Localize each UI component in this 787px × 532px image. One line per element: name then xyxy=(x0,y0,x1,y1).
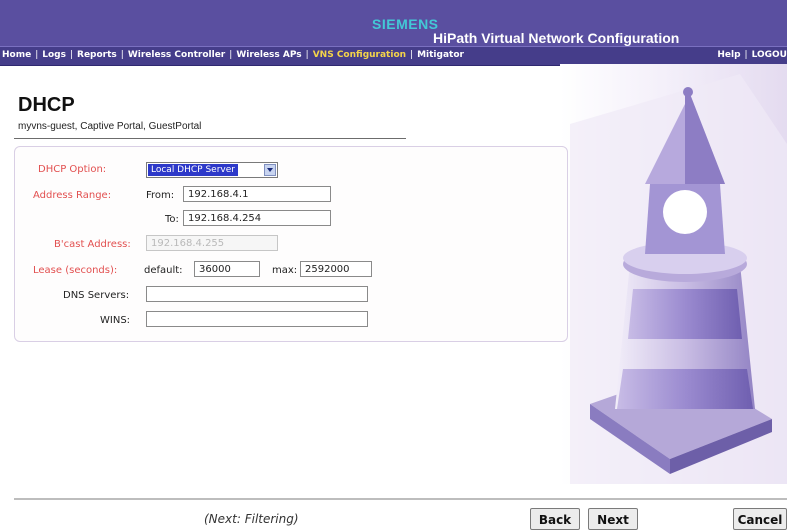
nav-separator: | xyxy=(744,50,748,60)
siemens-logo: SIEMENS xyxy=(372,16,439,32)
header-bar: SIEMENS HiPath Virtual Network Configura… xyxy=(0,0,787,46)
app-title: HiPath Virtual Network Configuration xyxy=(433,30,680,46)
from-label: From: xyxy=(146,190,175,201)
dns-servers-label: DNS Servers: xyxy=(63,290,130,301)
nav-separator: | xyxy=(69,50,74,60)
next-step-hint: (Next: Filtering) xyxy=(204,512,299,526)
page-subtitle: myvns-guest, Captive Portal, GuestPortal xyxy=(18,121,202,132)
dhcp-option-label: DHCP Option: xyxy=(38,164,107,175)
nav-separator: | xyxy=(229,50,233,60)
page-title: DHCP xyxy=(18,94,75,116)
title-divider xyxy=(14,138,406,139)
dns-servers-input[interactable] xyxy=(146,286,368,302)
nav-logs[interactable]: Logs xyxy=(42,50,66,60)
lease-default-input[interactable]: 36000 xyxy=(194,261,260,277)
nav-reports[interactable]: Reports xyxy=(77,50,117,60)
address-range-label: Address Range: xyxy=(33,190,112,201)
lease-label: Lease (seconds): xyxy=(33,265,118,276)
address-to-input[interactable]: 192.168.4.254 xyxy=(183,210,331,226)
nav-separator: | xyxy=(120,50,124,60)
nav-wireless-controller[interactable]: Wireless Controller xyxy=(128,50,225,60)
lease-max-input[interactable]: 2592000 xyxy=(300,261,372,277)
wins-label: WINS: xyxy=(100,315,131,326)
dhcp-option-select[interactable]: Local DHCP Server xyxy=(146,162,278,178)
nav-mitigator[interactable]: Mitigator xyxy=(417,50,464,60)
nav-separator: | xyxy=(410,50,414,60)
dhcp-option-value: Local DHCP Server xyxy=(148,164,238,176)
nav-help[interactable]: Help xyxy=(717,50,740,60)
bcast-address-label: B'cast Address: xyxy=(54,239,131,250)
nav-vns-configuration[interactable]: VNS Configuration xyxy=(313,50,406,60)
lease-default-label: default: xyxy=(144,265,183,276)
bcast-address-input: 192.168.4.255 xyxy=(146,235,278,251)
nav-separator: | xyxy=(305,50,309,60)
cancel-button[interactable]: Cancel xyxy=(733,508,787,530)
footer-divider xyxy=(14,498,787,500)
nav-wireless-aps[interactable]: Wireless APs xyxy=(236,50,301,60)
to-label: To: xyxy=(165,214,179,225)
nav-separator: | xyxy=(35,50,39,60)
nav-home[interactable]: Home xyxy=(2,50,31,60)
main-nav: Home | Logs | Reports | Wireless Controller | Wi… xyxy=(0,46,787,66)
back-button[interactable]: Back xyxy=(530,508,580,530)
address-from-input[interactable]: 192.168.4.1 xyxy=(183,186,331,202)
wins-input[interactable] xyxy=(146,311,368,327)
lease-max-label: max: xyxy=(272,265,298,276)
lighthouse-illustration xyxy=(560,64,787,484)
next-button[interactable]: Next xyxy=(588,508,638,530)
nav-logout[interactable]: LOGOU xyxy=(752,50,787,60)
nav-right: Help | LOGOU xyxy=(717,50,787,60)
nav-items: Home | Logs | Reports | Wireless Controller | Wi… xyxy=(2,50,464,60)
chevron-down-icon[interactable] xyxy=(264,164,276,176)
